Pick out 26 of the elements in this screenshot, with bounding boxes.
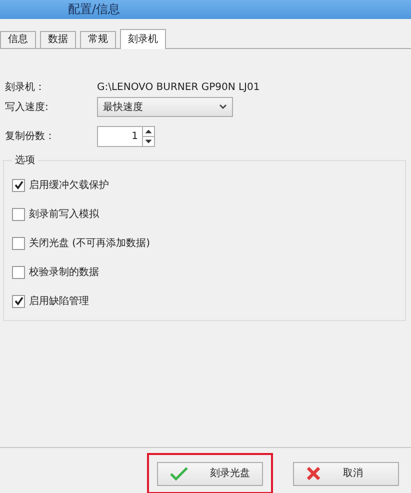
recorder-value: G:\LENOVO BURNER GP90N LJ01 xyxy=(97,80,260,94)
field-label: 刻录机： xyxy=(4,80,46,94)
checkbox-label: 关闭光盘 (不可再添加数据) xyxy=(29,236,150,250)
checkmark-icon xyxy=(170,466,188,480)
checkbox[interactable] xyxy=(12,236,25,250)
tab[interactable]: 常规 xyxy=(80,31,116,48)
checkbox-label: 启用缺陷管理 xyxy=(29,294,89,308)
checkbox-label: 刻录前写入模拟 xyxy=(29,208,99,222)
field-label: 复制份数： xyxy=(4,130,56,144)
checkbox[interactable] xyxy=(12,294,25,308)
speed-dropdown[interactable]: 最快速度 xyxy=(97,97,233,117)
checkbox[interactable] xyxy=(12,266,25,278)
checkbox[interactable] xyxy=(12,208,25,220)
tab[interactable]: 信息 xyxy=(0,31,36,48)
checkbox-label: 启用缓冲欠载保护 xyxy=(29,178,109,192)
burn-button[interactable]: 刻录光盘 xyxy=(157,462,263,486)
tab[interactable]: 数据 xyxy=(40,31,76,48)
checkbox[interactable] xyxy=(12,178,25,192)
field-label: 写入速度: xyxy=(4,100,50,114)
close-icon xyxy=(306,466,321,481)
window-title: 配置/信息 xyxy=(68,2,120,16)
cancel-button[interactable]: 取消 xyxy=(293,462,399,486)
checkbox-label: 校验录制的数据 xyxy=(29,266,99,280)
caret-icon xyxy=(219,104,227,110)
tab[interactable]: 刻录机 xyxy=(120,29,166,49)
copies-spinner[interactable]: 1 xyxy=(97,126,155,146)
